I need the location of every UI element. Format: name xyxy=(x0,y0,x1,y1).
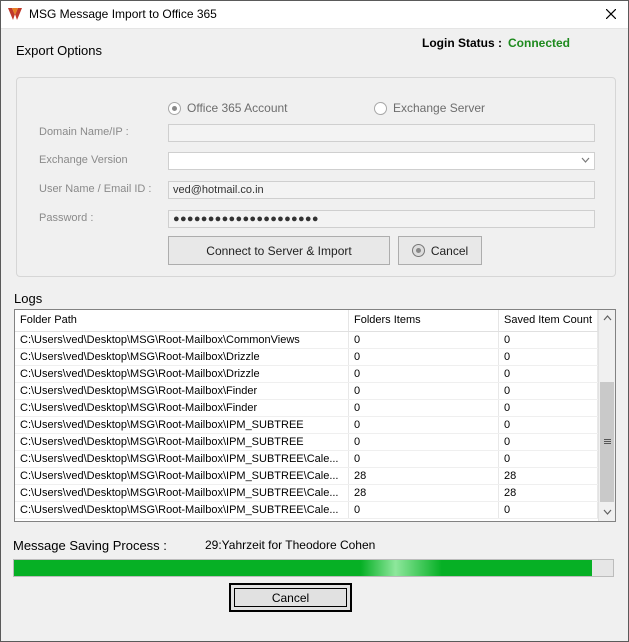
cell-saved-item-count: 0 xyxy=(499,383,598,399)
message-saving-label: Message Saving Process : xyxy=(13,538,167,553)
scroll-thumb[interactable] xyxy=(600,382,614,502)
login-status-value: Connected xyxy=(508,36,571,50)
cell-folder-path: C:\Users\ved\Desktop\MSG\Root-Mailbox\Fi… xyxy=(15,383,349,399)
cell-saved-item-count: 0 xyxy=(499,417,598,433)
cell-folder-path: C:\Users\ved\Desktop\MSG\Root-Mailbox\IP… xyxy=(15,502,349,518)
logs-vertical-scrollbar[interactable] xyxy=(598,310,615,521)
cell-saved-item-count: 0 xyxy=(499,502,598,518)
title-bar: MSG Message Import to Office 365 xyxy=(1,1,628,29)
cancel-button-label: Cancel xyxy=(234,588,347,607)
domain-field[interactable] xyxy=(168,124,595,142)
table-row[interactable]: C:\Users\ved\Desktop\MSG\Root-Mailbox\IP… xyxy=(15,468,598,485)
table-row[interactable]: C:\Users\ved\Desktop\MSG\Root-Mailbox\Dr… xyxy=(15,349,598,366)
cell-folder-path: C:\Users\ved\Desktop\MSG\Root-Mailbox\Dr… xyxy=(15,349,349,365)
window-title: MSG Message Import to Office 365 xyxy=(29,7,217,21)
username-label: User Name / Email ID : xyxy=(39,183,152,195)
cell-folder-path: C:\Users\ved\Desktop\MSG\Root-Mailbox\IP… xyxy=(15,468,349,484)
scroll-grip-line xyxy=(604,443,611,444)
cell-saved-item-count: 0 xyxy=(499,366,598,382)
export-options-title: Export Options xyxy=(16,43,102,58)
table-row[interactable]: C:\Users\ved\Desktop\MSG\Root-Mailbox\IP… xyxy=(15,417,598,434)
cell-folder-path: C:\Users\ved\Desktop\MSG\Root-Mailbox\IP… xyxy=(15,485,349,501)
cell-folders-items: 0 xyxy=(349,451,499,467)
cell-folder-path: C:\Users\ved\Desktop\MSG\Root-Mailbox\Dr… xyxy=(15,366,349,382)
table-row[interactable]: C:\Users\ved\Desktop\MSG\Root-Mailbox\Fi… xyxy=(15,400,598,417)
cell-folders-items: 0 xyxy=(349,366,499,382)
cancel-icon xyxy=(411,244,425,257)
cell-saved-item-count: 28 xyxy=(499,485,598,501)
column-header-saved-item-count[interactable]: Saved Item Count xyxy=(499,310,598,331)
cell-folders-items: 0 xyxy=(349,502,499,518)
app-window: MSG Message Import to Office 365 Export … xyxy=(0,0,629,642)
cancel-button[interactable]: Cancel xyxy=(229,583,352,612)
cell-saved-item-count: 0 xyxy=(499,400,598,416)
cell-saved-item-count: 0 xyxy=(499,332,598,348)
exchange-version-label: Exchange Version xyxy=(39,154,128,166)
cell-saved-item-count: 0 xyxy=(499,434,598,450)
cell-folders-items: 0 xyxy=(349,417,499,433)
password-label: Password : xyxy=(39,212,94,224)
cancel-connect-label: Cancel xyxy=(430,243,469,258)
cell-folders-items: 0 xyxy=(349,400,499,416)
connect-import-button[interactable]: Connect to Server & Import xyxy=(168,236,390,265)
chevron-down-icon[interactable] xyxy=(581,155,590,166)
radio-office365-label: Office 365 Account xyxy=(187,101,288,115)
cell-folders-items: 0 xyxy=(349,383,499,399)
table-row[interactable]: C:\Users\ved\Desktop\MSG\Root-Mailbox\Co… xyxy=(15,332,598,349)
radio-exchange[interactable]: Exchange Server xyxy=(374,101,485,115)
saving-progress-bar xyxy=(13,559,614,577)
username-field[interactable]: ved@hotmail.co.in xyxy=(168,181,595,199)
logs-title: Logs xyxy=(14,291,43,306)
domain-label: Domain Name/IP : xyxy=(39,126,129,138)
cancel-connect-button[interactable]: Cancel xyxy=(398,236,482,265)
radio-unselected-icon xyxy=(374,101,387,115)
login-status-label: Login Status : xyxy=(422,36,502,50)
table-row[interactable]: C:\Users\ved\Desktop\MSG\Root-Mailbox\IP… xyxy=(15,485,598,502)
column-header-folder-path[interactable]: Folder Path xyxy=(15,310,349,331)
logs-grid-header: Folder Path Folders Items Saved Item Cou… xyxy=(15,310,598,332)
cell-saved-item-count: 0 xyxy=(499,451,598,467)
cell-folder-path: C:\Users\ved\Desktop\MSG\Root-Mailbox\IP… xyxy=(15,434,349,450)
cell-folders-items: 0 xyxy=(349,332,499,348)
cell-folder-path: C:\Users\ved\Desktop\MSG\Root-Mailbox\IP… xyxy=(15,417,349,433)
cell-folders-items: 0 xyxy=(349,349,499,365)
table-row[interactable]: C:\Users\ved\Desktop\MSG\Root-Mailbox\Dr… xyxy=(15,366,598,383)
logs-grid-rows: C:\Users\ved\Desktop\MSG\Root-Mailbox\Co… xyxy=(15,332,598,519)
cell-folder-path: C:\Users\ved\Desktop\MSG\Root-Mailbox\Fi… xyxy=(15,400,349,416)
radio-selected-icon xyxy=(168,101,181,115)
table-row[interactable]: C:\Users\ved\Desktop\MSG\Root-Mailbox\IP… xyxy=(15,451,598,468)
close-icon xyxy=(605,8,617,22)
exchange-version-dropdown[interactable] xyxy=(168,152,595,170)
table-row[interactable]: C:\Users\ved\Desktop\MSG\Root-Mailbox\IP… xyxy=(15,502,598,519)
scroll-down-icon[interactable] xyxy=(599,504,615,520)
cell-saved-item-count: 28 xyxy=(499,468,598,484)
column-header-folders-items[interactable]: Folders Items xyxy=(349,310,499,331)
cell-folder-path: C:\Users\ved\Desktop\MSG\Root-Mailbox\Co… xyxy=(15,332,349,348)
table-row[interactable]: C:\Users\ved\Desktop\MSG\Root-Mailbox\IP… xyxy=(15,434,598,451)
scroll-grip-line xyxy=(604,441,611,442)
radio-office365[interactable]: Office 365 Account xyxy=(168,101,288,115)
app-logo-icon xyxy=(7,7,23,21)
cell-folders-items: 0 xyxy=(349,434,499,450)
message-saving-value: 29:Yahrzeit for Theodore Cohen xyxy=(205,538,376,552)
table-row[interactable]: C:\Users\ved\Desktop\MSG\Root-Mailbox\Fi… xyxy=(15,383,598,400)
cell-folders-items: 28 xyxy=(349,485,499,501)
password-field[interactable]: ●●●●●●●●●●●●●●●●●●●●● xyxy=(168,210,595,228)
cell-saved-item-count: 0 xyxy=(499,349,598,365)
radio-exchange-label: Exchange Server xyxy=(393,101,486,115)
cell-folder-path: C:\Users\ved\Desktop\MSG\Root-Mailbox\IP… xyxy=(15,451,349,467)
progress-fill xyxy=(14,560,593,576)
scroll-grip-line xyxy=(604,439,611,440)
scroll-up-icon[interactable] xyxy=(599,310,615,326)
close-button[interactable] xyxy=(594,1,628,28)
cell-folders-items: 28 xyxy=(349,468,499,484)
logs-grid[interactable]: Folder Path Folders Items Saved Item Cou… xyxy=(14,309,616,522)
